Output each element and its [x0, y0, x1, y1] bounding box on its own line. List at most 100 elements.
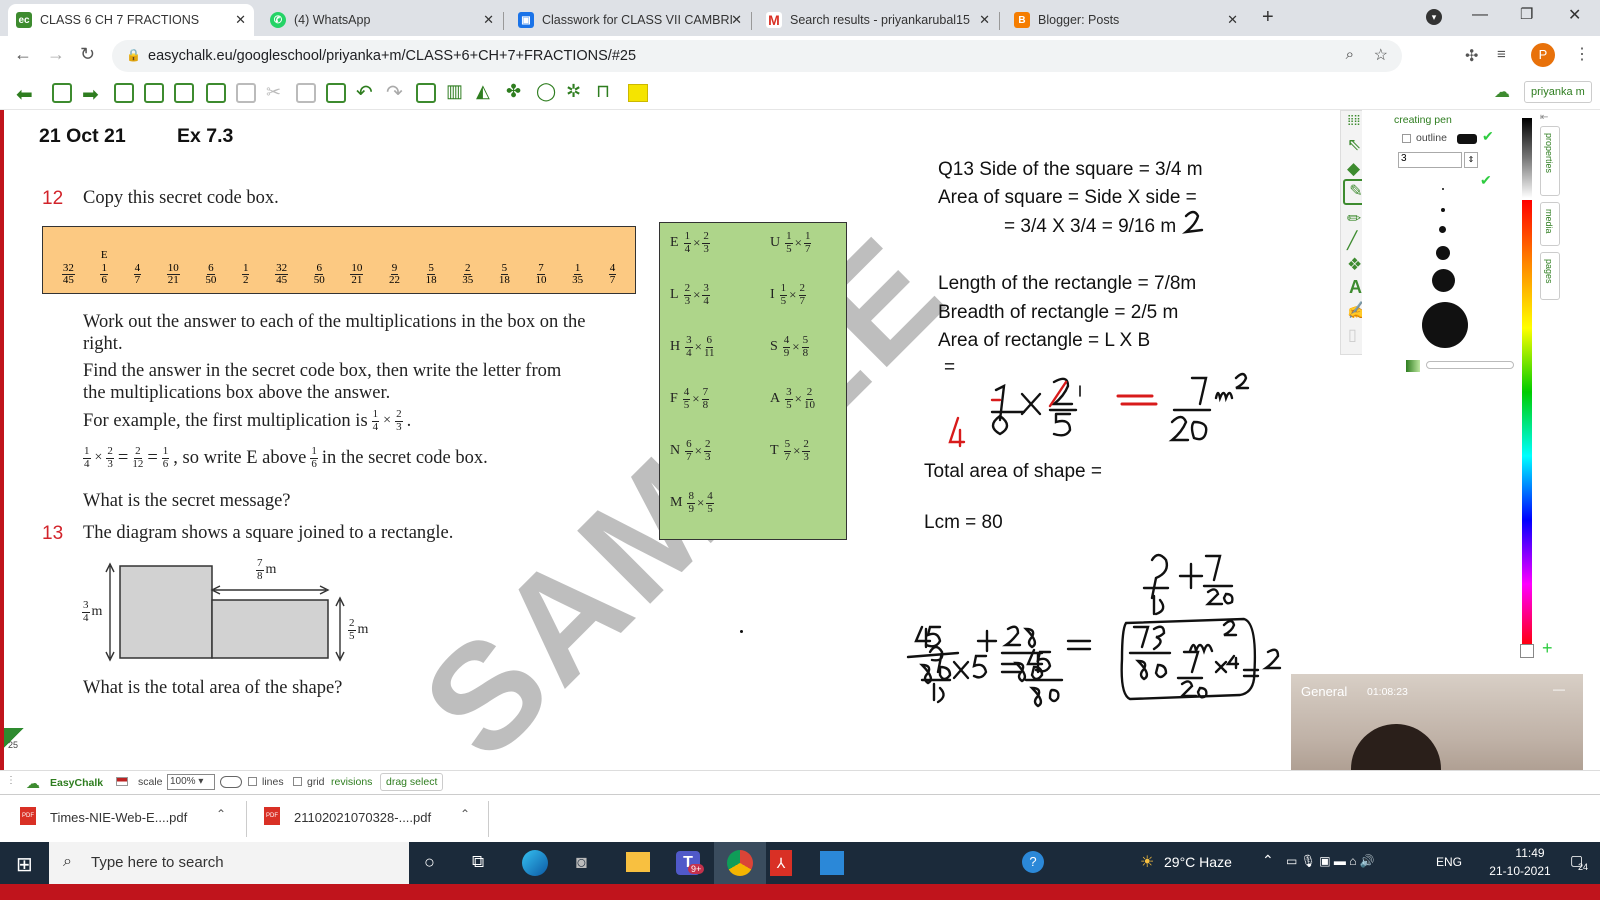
table-icon[interactable]	[416, 83, 436, 103]
pin-icon[interactable]: ⇤	[1540, 112, 1548, 123]
pen-size-2[interactable]	[1441, 208, 1445, 212]
save-icon[interactable]	[174, 83, 194, 103]
url-field[interactable]: 🔒 easychalk.eu/googleschool/priyanka+m/C…	[112, 40, 1402, 72]
tab-search-icon[interactable]: ▾	[1426, 9, 1442, 25]
clock-date[interactable]: 21-10-2021	[1470, 864, 1570, 878]
whiteboard-canvas[interactable]: SAMPLE 21 Oct 21 Ex 7.3 12 Copy this sec…	[4, 110, 1394, 789]
outline-color-swatch[interactable]	[1457, 134, 1477, 144]
reading-list-icon[interactable]: ≡	[1497, 46, 1506, 63]
grayscale-strip[interactable]	[1522, 118, 1532, 198]
print-icon[interactable]	[206, 83, 226, 103]
tab-gmail[interactable]: M Search results - priyankarubal15 ✕	[758, 4, 998, 36]
clock-time[interactable]: 11:49	[1490, 846, 1570, 860]
highlighter-color-icon[interactable]	[628, 84, 648, 102]
copy-icon[interactable]	[296, 83, 316, 103]
tab-media[interactable]: media	[1540, 202, 1560, 246]
highlighter-tool-icon[interactable]: ✏	[1347, 209, 1361, 229]
shape-tool-icon[interactable]: ❖	[1347, 255, 1362, 275]
undo-icon[interactable]: ↶	[356, 80, 373, 105]
tab-classwork[interactable]: ▣ Classwork for CLASS VII CAMBRI ✕	[510, 4, 750, 36]
reload-icon[interactable]: ↻	[80, 44, 95, 65]
pen-size-4[interactable]	[1436, 246, 1450, 260]
graph-icon[interactable]: ◭	[476, 81, 490, 102]
toggle-switch[interactable]	[220, 776, 242, 788]
pointer-tool-icon[interactable]: ⇖	[1347, 135, 1361, 155]
lines-checkbox[interactable]	[248, 777, 257, 786]
zoom-icon[interactable]: ⌕	[1346, 46, 1354, 63]
trash-tool-icon[interactable]: ▯	[1348, 325, 1357, 345]
paste-icon[interactable]	[326, 83, 346, 103]
tab-whatsapp[interactable]: ✆ (4) WhatsApp ✕	[262, 4, 502, 36]
page-list-icon[interactable]	[52, 83, 72, 103]
line-tool-icon[interactable]: ╱	[1347, 231, 1357, 251]
tab-class-6-fractions[interactable]: ec CLASS 6 CH 7 FRACTIONS ✕	[8, 4, 254, 36]
tray-icons[interactable]: ▭ 🎙 ▣ ▬ ⌂ 🔊	[1286, 854, 1375, 868]
next-page-icon[interactable]: ➡	[82, 82, 99, 107]
delete-icon[interactable]	[236, 83, 256, 103]
pen-size-5[interactable]	[1432, 269, 1455, 292]
outline-checkbox[interactable]	[1402, 134, 1411, 143]
user-label[interactable]: priyanka m	[1524, 81, 1592, 103]
download-item[interactable]: 21102021070328-....pdf	[294, 810, 431, 825]
profile-avatar[interactable]: P	[1531, 43, 1555, 67]
weather-icon[interactable]: ☀	[1140, 852, 1154, 872]
help-icon[interactable]: ?	[1022, 851, 1044, 873]
grip-icon[interactable]: ⣿⣿	[1347, 115, 1361, 126]
revisions-link[interactable]: revisions	[331, 776, 372, 788]
close-tab-icon[interactable]: ✕	[731, 12, 742, 28]
close-tab-icon[interactable]: ✕	[979, 12, 990, 28]
drag-select-button[interactable]: drag select	[380, 773, 444, 791]
cut-icon[interactable]: ✂	[266, 82, 281, 103]
taskbar-search-box[interactable]: ⌕ Type here to search	[49, 842, 409, 884]
prev-page-icon[interactable]: ⬅	[16, 82, 33, 107]
close-tab-icon[interactable]: ✕	[483, 12, 494, 28]
chrome-taskbar-slot[interactable]	[714, 842, 766, 884]
acrobat-icon[interactable]: ⅄	[770, 850, 792, 876]
grid-checkbox[interactable]	[293, 777, 302, 786]
tab-pages[interactable]: pages	[1540, 252, 1560, 300]
expand-icon[interactable]: ⋮	[6, 775, 16, 786]
color-picker-strip[interactable]	[1522, 200, 1532, 648]
add-page-icon[interactable]: +	[1542, 638, 1553, 659]
comment-icon[interactable]: ◯	[536, 81, 556, 102]
stepper-icon[interactable]: ⇕	[1464, 152, 1478, 168]
windows-start-icon[interactable]: ⊞	[16, 852, 33, 877]
language-indicator[interactable]: ENG	[1436, 855, 1462, 869]
close-window-icon[interactable]: ✕	[1568, 5, 1581, 25]
redo-icon[interactable]: ↷	[386, 80, 403, 105]
shapes-icon[interactable]: ✤	[506, 81, 521, 102]
menu-kebab-icon[interactable]: ⋮	[1574, 44, 1590, 64]
show-hidden-icons-icon[interactable]: ⌃	[1262, 852, 1274, 869]
network-icon[interactable]: ✲	[566, 81, 581, 102]
tab-blogger[interactable]: B Blogger: Posts ✕	[1006, 4, 1246, 36]
bookmark-star-icon[interactable]: ☆	[1374, 45, 1388, 65]
photos-icon[interactable]	[820, 851, 844, 875]
close-tab-icon[interactable]: ✕	[1227, 12, 1238, 28]
task-view-icon[interactable]: ⧉	[472, 852, 484, 872]
file-explorer-icon[interactable]	[626, 852, 650, 872]
back-icon[interactable]: ←	[14, 44, 32, 65]
extensions-icon[interactable]: ✣	[1465, 46, 1478, 66]
chart-icon[interactable]: ▥	[446, 81, 463, 102]
new-page-icon[interactable]	[114, 83, 134, 103]
restore-icon[interactable]: ❐	[1520, 5, 1533, 23]
flag-icon[interactable]	[116, 777, 128, 786]
eraser-tool-icon[interactable]: ◆	[1347, 159, 1360, 179]
download-item[interactable]: Times-NIE-Web-E....pdf	[50, 810, 187, 825]
minimize-icon[interactable]: —	[1472, 6, 1488, 24]
camera-app-icon[interactable]: ◙	[576, 852, 587, 873]
chevron-up-icon[interactable]: ⌃	[216, 807, 226, 821]
text-tool-icon[interactable]: A	[1349, 277, 1362, 298]
cortana-icon[interactable]: ○	[424, 852, 435, 873]
chevron-up-icon[interactable]: ⌃	[460, 807, 470, 821]
selected-color-swatch[interactable]	[1520, 644, 1534, 658]
new-tab-icon[interactable]: +	[1262, 6, 1274, 29]
pen-size-1[interactable]	[1442, 188, 1444, 190]
opacity-slider[interactable]	[1426, 361, 1514, 369]
pen-size-6[interactable]	[1422, 302, 1468, 348]
open-folder-icon[interactable]	[144, 83, 164, 103]
forward-icon[interactable]: →	[47, 44, 65, 65]
tab-properties[interactable]: properties	[1540, 126, 1560, 196]
pen-size-field[interactable]: 3	[1398, 152, 1462, 168]
presentation-icon[interactable]: ⊓	[596, 81, 610, 102]
